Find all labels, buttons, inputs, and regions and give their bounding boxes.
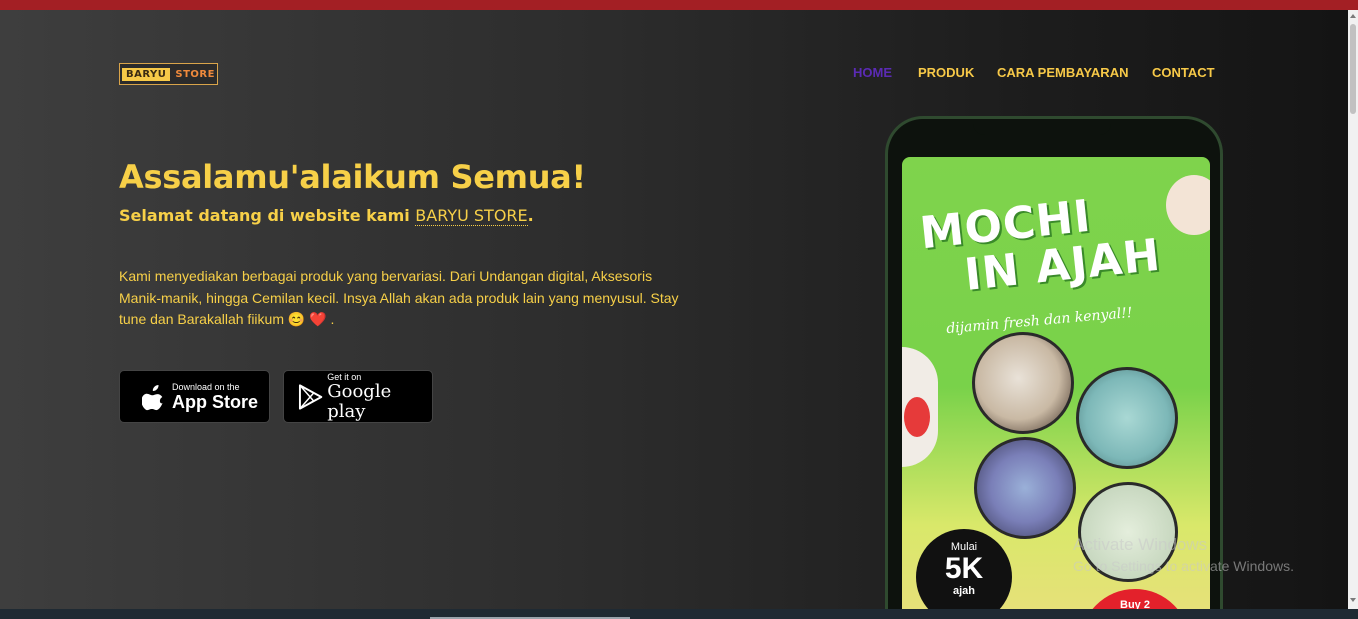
mochi-photo-1 [972,332,1074,434]
strawberry-mochi-illustration [902,347,938,467]
promo-title: MOCHI IN AJAH [918,187,1164,303]
price-badge: Mulai 5K ajah [916,529,1012,609]
hero-title: Assalamu'alaikum Semua! [119,158,586,196]
logo-part-2: STORE [175,68,215,80]
google-play-small-label: Get it on [327,371,362,382]
nav-home[interactable]: HOME [853,65,892,80]
windows-activation-watermark-title: Activate Windows [1073,535,1208,554]
hero-subtitle: Selamat datang di website kami BARYU STO… [119,206,534,226]
google-play-big-label: Google play [327,380,392,422]
app-store-big-label: App Store [172,391,259,412]
os-taskbar [0,609,1358,619]
badge-label-bottom: ajah [952,585,975,597]
scroll-down-arrow-icon[interactable] [1350,598,1356,602]
phone-notch [973,119,1111,135]
scrollbar-thumb[interactable] [1350,24,1356,114]
mochi-photo-2 [1076,367,1178,469]
hero-description: Kami menyediakan berbagai produk yang be… [119,268,679,327]
logo-part-1: BARYU [122,67,171,81]
app-store-button[interactable]: Download on the App Store [119,370,270,423]
google-play-button[interactable]: Get it on Google play [283,370,433,423]
scroll-up-arrow-icon[interactable] [1350,14,1356,18]
nav-contact[interactable]: CONTACT [1152,65,1215,80]
site-logo[interactable]: BARYU STORE [119,63,218,85]
hero-subtitle-prefix: Selamat datang di website kami [119,206,410,225]
hero-subtitle-suffix: . [527,206,534,225]
apple-icon [142,384,163,410]
mochi-photo-3 [974,437,1076,539]
promo-tagline: dijamin fresh dan kenyal!! [945,304,1134,338]
mochi-mascot-illustration [1166,175,1210,235]
nav-cara-pembayaran[interactable]: CARA PEMBAYARAN [997,65,1128,80]
browser-top-strip [0,0,1358,10]
brand-link[interactable]: BARYU STORE [415,206,528,226]
google-play-icon [298,383,323,410]
windows-activation-watermark-text: Go to Settings to activate Windows. [1073,558,1294,574]
app-store-small-label: Download on the [172,381,240,392]
nav-produk[interactable]: PRODUK [918,65,974,80]
buy-promo-badge: Buy 2 [1080,589,1190,609]
badge-price: 5K [944,552,984,585]
